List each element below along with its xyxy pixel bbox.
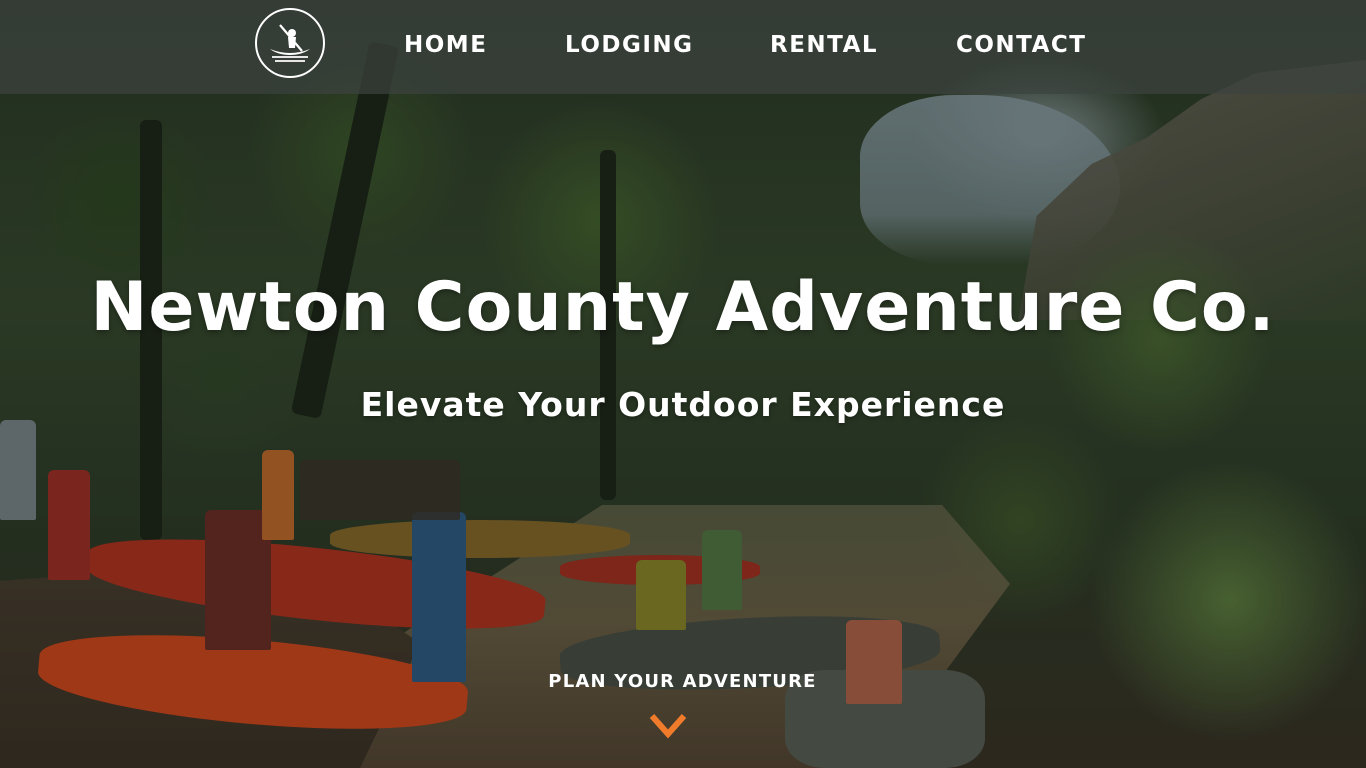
nav-rental[interactable]: RENTAL (770, 31, 878, 59)
nav-contact[interactable]: CONTACT (956, 31, 1086, 59)
plan-adventure-label: PLAN YOUR ADVENTURE (548, 671, 817, 692)
plan-adventure-button[interactable]: PLAN YOUR ADVENTURE (540, 668, 825, 758)
chevron-down-icon (649, 714, 687, 739)
hero-title: Newton County Adventure Co. (90, 268, 1276, 347)
hero-subtitle: Elevate Your Outdoor Experience (360, 385, 1006, 424)
nav-home[interactable]: HOME (404, 31, 487, 59)
nav-lodging[interactable]: LODGING (565, 31, 694, 59)
kayaker-logo-icon[interactable] (255, 8, 325, 78)
kayaker-logo-icon (270, 24, 310, 62)
top-navigation: HOME LODGING RENTAL CONTACT (0, 0, 1366, 94)
